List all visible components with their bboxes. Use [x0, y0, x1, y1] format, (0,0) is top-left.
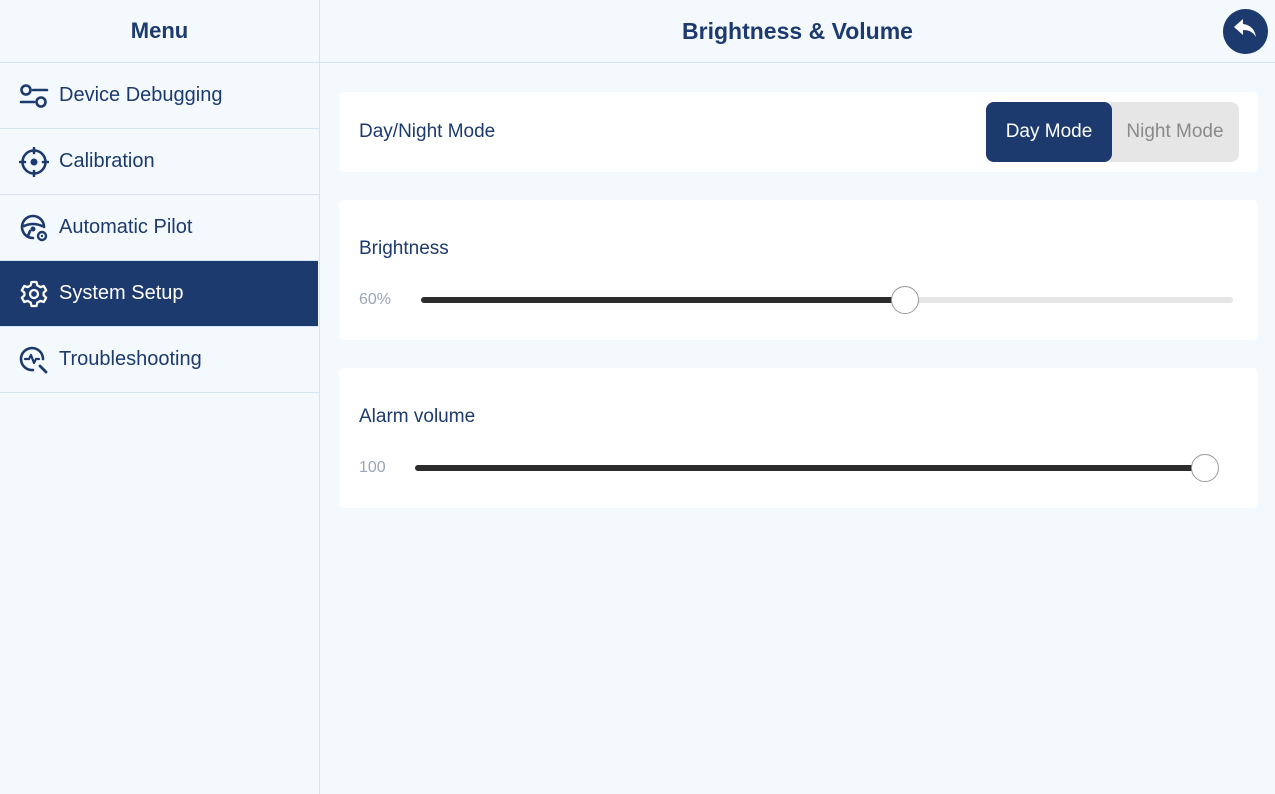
sidebar: Menu Device Debugging Calibration Automa…	[0, 0, 320, 794]
diagnostic-search-icon	[18, 344, 50, 376]
alarm-volume-slider-fill	[415, 465, 1205, 471]
brightness-slider-fill	[421, 297, 906, 303]
steering-wheel-icon	[18, 212, 50, 244]
alarm-volume-slider[interactable]	[415, 454, 1219, 482]
sidebar-item-automatic-pilot[interactable]: Automatic Pilot	[0, 195, 319, 261]
alarm-volume-label: Alarm volume	[359, 406, 476, 427]
brightness-value: 60%	[359, 291, 392, 308]
gear-icon	[18, 278, 50, 310]
brightness-label: Brightness	[359, 238, 449, 259]
sidebar-item-troubleshooting[interactable]: Troubleshooting	[0, 327, 319, 393]
day-night-label: Day/Night Mode	[359, 121, 496, 142]
day-night-toggle: Day Mode Night Mode	[986, 102, 1239, 162]
sidebar-item-label: Calibration	[59, 150, 155, 172]
sidebar-item-label: Device Debugging	[59, 84, 223, 106]
sidebar-item-label: Troubleshooting	[59, 348, 202, 370]
brightness-card: Brightness 60%	[339, 200, 1258, 340]
sidebar-item-label: System Setup	[59, 282, 184, 304]
sliders-icon	[18, 80, 50, 112]
day-night-card: Day/Night Mode Day Mode Night Mode	[339, 92, 1258, 172]
sidebar-item-system-setup[interactable]: System Setup	[0, 261, 318, 327]
night-mode-button[interactable]: Night Mode	[1112, 102, 1238, 162]
page-header: Brightness & Volume	[320, 0, 1275, 63]
sidebar-item-device-debugging[interactable]: Device Debugging	[0, 63, 319, 129]
back-button[interactable]	[1223, 9, 1268, 54]
alarm-volume-value: 100	[359, 459, 386, 476]
sidebar-item-calibration[interactable]: Calibration	[0, 129, 319, 195]
alarm-volume-card: Alarm volume 100	[339, 368, 1258, 508]
day-mode-button[interactable]: Day Mode	[986, 102, 1112, 162]
crosshair-icon	[18, 146, 50, 178]
main-panel: Brightness & Volume Day/Night Mode Day M…	[320, 0, 1275, 794]
page-title: Brightness & Volume	[682, 17, 913, 44]
brightness-slider[interactable]	[421, 286, 1233, 314]
sidebar-title: Menu	[0, 0, 319, 63]
back-arrow-icon	[1232, 17, 1260, 47]
alarm-volume-slider-thumb[interactable]	[1191, 454, 1219, 482]
brightness-slider-thumb[interactable]	[891, 286, 920, 314]
sidebar-item-label: Automatic Pilot	[59, 216, 193, 238]
